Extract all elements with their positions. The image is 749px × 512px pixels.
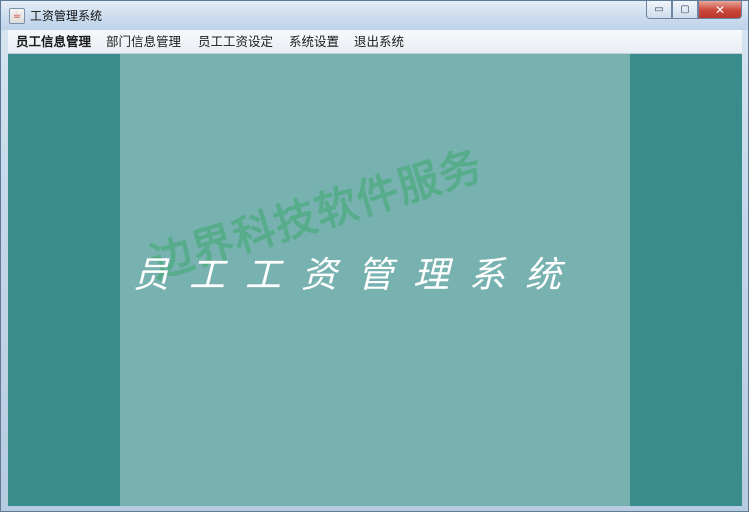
menu-exit-system[interactable]: 退出系统 — [352, 30, 406, 53]
java-cup-icon[interactable]: ☕ — [9, 8, 25, 24]
menu-employee-info[interactable]: 员工信息管理 — [14, 30, 93, 53]
minimize-button[interactable]: ▭ — [646, 1, 672, 19]
system-title: 员工工资管理系统 — [133, 255, 582, 296]
menu-department-info[interactable]: 部门信息管理 — [104, 30, 183, 53]
app-window: ☕ 工资管理系统 ▭ ▢ ✕ 员工信息管理 部门信息管理 员工工资设定 系统设置… — [0, 0, 749, 512]
menu-system-settings[interactable]: 系统设置 — [287, 30, 341, 53]
title-bar[interactable]: ☕ 工资管理系统 ▭ ▢ ✕ — [1, 1, 748, 30]
menu-salary-setting[interactable]: 员工工资设定 — [196, 30, 275, 53]
window-title: 工资管理系统 — [30, 9, 103, 23]
window-controls: ▭ ▢ ✕ — [646, 1, 742, 21]
close-button[interactable]: ✕ — [698, 1, 742, 19]
maximize-button[interactable]: ▢ — [672, 1, 698, 19]
maximize-icon: ▢ — [680, 4, 690, 15]
close-icon: ✕ — [714, 2, 726, 17]
minimize-icon: ▭ — [654, 4, 664, 15]
menu-bar: 员工信息管理 部门信息管理 员工工资设定 系统设置 退出系统 — [8, 30, 742, 54]
